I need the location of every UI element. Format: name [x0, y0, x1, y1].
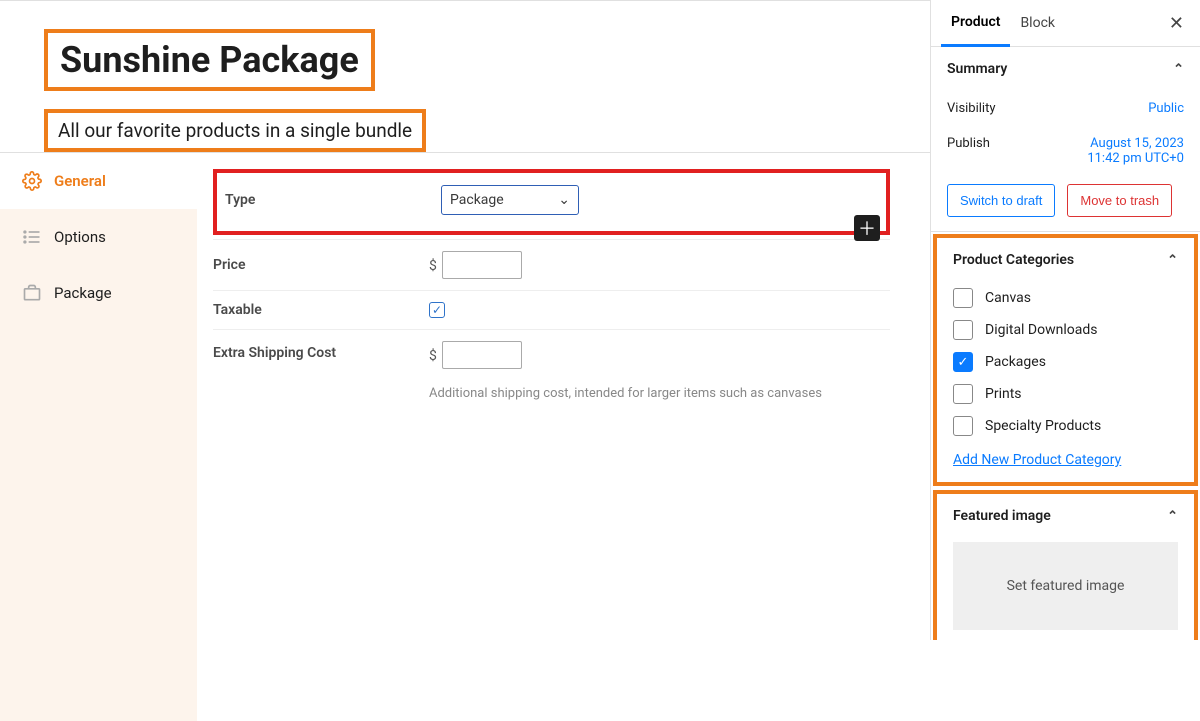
featured-title: Featured image	[953, 508, 1051, 524]
editor-header: Sunshine Package All our favorite produc…	[0, 1, 930, 153]
package-icon	[22, 283, 42, 303]
type-label: Type	[225, 192, 441, 208]
taxable-label: Taxable	[213, 302, 429, 318]
price-currency: $	[429, 258, 437, 274]
visibility-label: Visibility	[947, 101, 996, 116]
plus-icon: ＋	[858, 215, 876, 241]
product-subtitle[interactable]: All our favorite products in a single bu…	[58, 119, 412, 142]
summary-title: Summary	[947, 61, 1007, 77]
switch-to-draft-button[interactable]: Switch to draft	[947, 184, 1055, 217]
chevron-up-icon: ⌃	[1173, 62, 1184, 77]
category-checkbox[interactable]	[953, 384, 973, 404]
close-sidebar-button[interactable]: ✕	[1163, 7, 1190, 40]
category-label: Canvas	[985, 290, 1031, 306]
categories-highlight: Product Categories ⌃ Canvas Digital Down…	[933, 234, 1198, 486]
general-form: Type Package ⌄ Price $ Taxable	[197, 153, 930, 721]
visibility-value[interactable]: Public	[1148, 101, 1184, 116]
featured-image-highlight: Featured image ⌃ Set featured image	[933, 490, 1198, 640]
category-label: Specialty Products	[985, 418, 1101, 434]
category-label: Packages	[985, 354, 1046, 370]
shipping-help-text: Additional shipping cost, intended for l…	[429, 386, 890, 401]
add-category-link[interactable]: Add New Product Category	[953, 442, 1121, 468]
featured-image-panel: Featured image ⌃ Set featured image	[937, 494, 1194, 640]
category-checkbox[interactable]	[953, 288, 973, 308]
product-subtitle-highlight: All our favorite products in a single bu…	[44, 109, 426, 152]
taxable-checkbox[interactable]: ✓	[429, 302, 445, 318]
add-block-button[interactable]: ＋	[854, 215, 880, 241]
chevron-up-icon: ⌃	[1167, 253, 1178, 268]
price-input[interactable]	[442, 251, 522, 279]
summary-panel: Summary ⌃ Visibility Public Publish Augu…	[931, 47, 1200, 232]
featured-placeholder: Set featured image	[1007, 578, 1125, 594]
type-select[interactable]: Package ⌄	[441, 185, 579, 215]
featured-panel-header[interactable]: Featured image ⌃	[937, 494, 1194, 538]
summary-panel-header[interactable]: Summary ⌃	[931, 47, 1200, 91]
type-row-highlight: Type Package ⌄	[213, 169, 890, 235]
chevron-up-icon: ⌃	[1167, 509, 1178, 524]
nav-item-options[interactable]: Options	[0, 209, 197, 265]
set-featured-image-button[interactable]: Set featured image	[953, 542, 1178, 630]
categories-panel-header[interactable]: Product Categories ⌃	[937, 238, 1194, 282]
nav-item-package[interactable]: Package	[0, 265, 197, 321]
product-title-highlight: Sunshine Package	[44, 29, 375, 91]
category-checkbox[interactable]: ✓	[953, 352, 973, 372]
shipping-currency: $	[429, 348, 437, 364]
publish-label: Publish	[947, 136, 990, 166]
category-label: Prints	[985, 386, 1022, 402]
product-title[interactable]: Sunshine Package	[60, 39, 359, 81]
gear-icon	[22, 171, 42, 191]
chevron-down-icon: ⌄	[558, 192, 570, 208]
nav-item-general[interactable]: General	[0, 153, 197, 209]
move-to-trash-button[interactable]: Move to trash	[1067, 184, 1172, 217]
settings-sidebar: Product Block ✕ Summary ⌃ Visibility Pub…	[930, 0, 1200, 640]
nav-label: General	[54, 172, 106, 190]
category-label: Digital Downloads	[985, 322, 1097, 338]
category-checkbox[interactable]	[953, 416, 973, 436]
tab-block[interactable]: Block	[1010, 1, 1065, 45]
categories-title: Product Categories	[953, 252, 1074, 268]
price-label: Price	[213, 257, 429, 273]
tab-product[interactable]: Product	[941, 0, 1010, 47]
type-selected-value: Package	[450, 192, 504, 208]
list-icon	[22, 227, 42, 247]
nav-label: Options	[54, 228, 106, 246]
publish-value[interactable]: August 15, 2023 11:42 pm UTC+0	[1087, 136, 1184, 166]
category-checkbox[interactable]	[953, 320, 973, 340]
product-sections-nav: General Options Package	[0, 153, 197, 721]
shipping-input[interactable]	[442, 341, 522, 369]
shipping-label: Extra Shipping Cost	[213, 341, 429, 361]
sidebar-tabs: Product Block ✕	[931, 0, 1200, 47]
categories-panel: Product Categories ⌃ Canvas Digital Down…	[937, 238, 1194, 482]
close-icon: ✕	[1169, 13, 1184, 34]
nav-label: Package	[54, 284, 112, 302]
